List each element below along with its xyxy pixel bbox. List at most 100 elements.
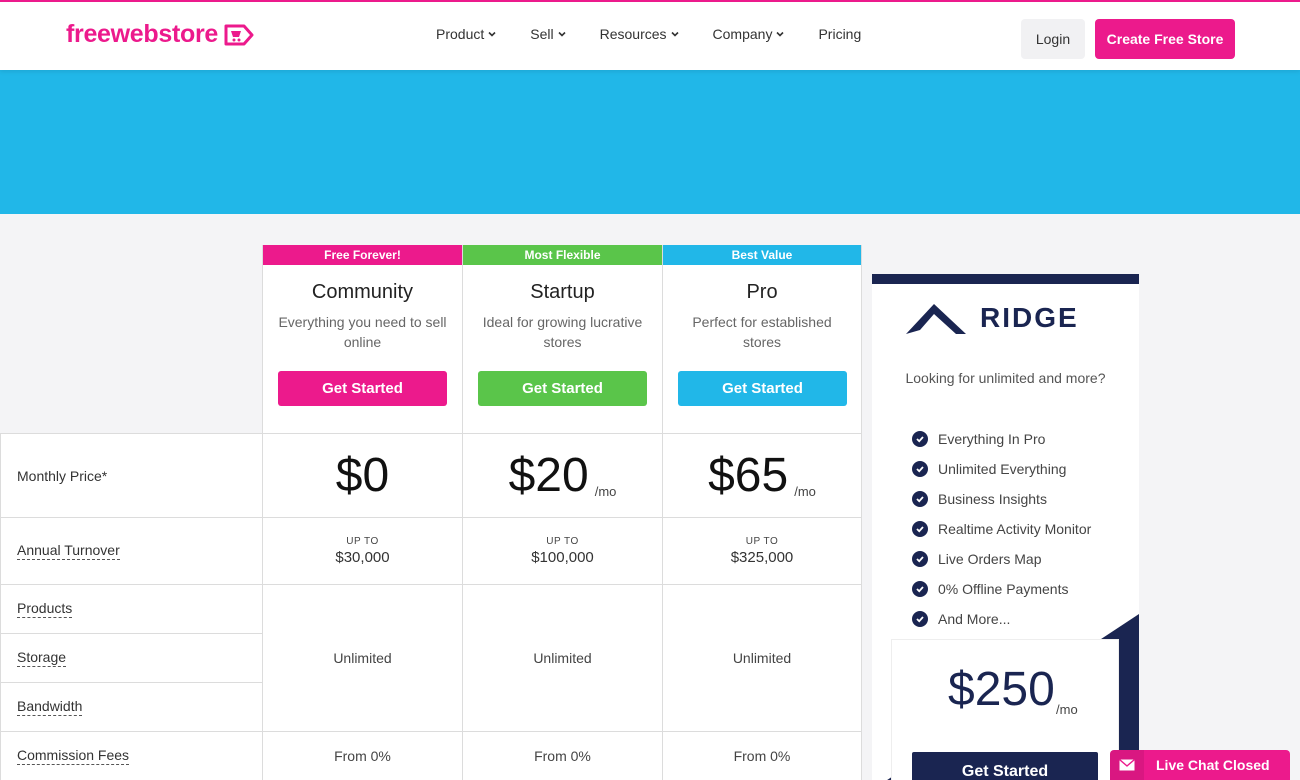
feature-text: Everything In Pro	[938, 431, 1046, 447]
nav-product[interactable]: Product	[436, 26, 496, 42]
products-label: Products	[17, 600, 73, 618]
plan-pro-header: Best Value Pro Perfect for established s…	[662, 245, 862, 433]
chevron-down-icon	[670, 31, 679, 37]
list-item: 0% Offline Payments	[912, 574, 1091, 604]
envelope-icon	[1110, 750, 1144, 780]
plan-name: Community	[311, 281, 414, 303]
plan-startup-header: Most Flexible Startup Ideal for growing …	[462, 245, 662, 433]
upto-label: UP TO	[546, 536, 579, 547]
community-turnover-cell: UP TO $30,000	[262, 517, 462, 584]
community-unlimited-cell: Unlimited	[262, 584, 462, 731]
startup-commission-cell: From 0%	[462, 731, 662, 780]
annual-turnover-label: Annual Turnover	[17, 542, 120, 560]
ridge-price-period: /mo	[1056, 702, 1078, 717]
feature-text: 0% Offline Payments	[938, 581, 1069, 597]
row-label-commission-fees[interactable]: Commission Fees	[0, 731, 262, 780]
checkmark-icon	[912, 491, 928, 507]
upto-label: UP TO	[346, 536, 379, 547]
chevron-down-icon	[776, 31, 785, 37]
price-value: $65	[708, 449, 789, 502]
plan-description: Everything you need to sell online	[278, 314, 447, 350]
community-price-cell: $0	[262, 433, 462, 517]
list-item: Everything In Pro	[912, 424, 1091, 454]
commission-fees-label: Commission Fees	[17, 747, 130, 765]
chevron-down-icon	[488, 31, 496, 37]
plan-tag: Best Value	[663, 245, 861, 265]
commission-value: From 0%	[733, 748, 791, 764]
pro-get-started-button[interactable]: Get Started	[678, 371, 847, 406]
row-label-products[interactable]: Products	[0, 584, 262, 633]
top-navigation-bar: freewebstore Product Sell Resources Comp…	[0, 0, 1300, 70]
ridge-feature-list: Everything In Pro Unlimited Everything B…	[912, 424, 1091, 634]
ridge-subtitle: Looking for unlimited and more?	[905, 370, 1106, 386]
plan-description: Perfect for established stores	[692, 314, 832, 350]
nav-resources[interactable]: Resources	[600, 26, 679, 42]
checkmark-icon	[912, 581, 928, 597]
feature-text: Business Insights	[938, 491, 1047, 507]
feature-text: Unlimited Everything	[938, 461, 1067, 477]
checkmark-icon	[912, 461, 928, 477]
ridge-plan-card: RIDGE Looking for unlimited and more? Ev…	[872, 274, 1139, 780]
checkmark-icon	[912, 521, 928, 537]
unlimited-value: Unlimited	[533, 650, 592, 666]
row-label-bandwidth[interactable]: Bandwidth	[0, 682, 262, 731]
plan-name: Startup	[530, 281, 595, 303]
list-item: Realtime Activity Monitor	[912, 514, 1091, 544]
plan-community-header: Free Forever! Community Everything you n…	[262, 245, 462, 433]
plan-tag: Most Flexible	[463, 245, 662, 265]
feature-text: Live Orders Map	[938, 551, 1042, 567]
monthly-price-label: Monthly Price*	[17, 467, 108, 484]
live-chat-label: Live Chat Closed	[1156, 757, 1270, 773]
shopping-tag-icon	[224, 24, 254, 45]
nav-company-label: Company	[712, 26, 773, 42]
ridge-price-value: $250	[948, 663, 1055, 716]
checkmark-icon	[912, 551, 928, 567]
price-value: $20	[508, 449, 589, 502]
price-period: /mo	[594, 484, 617, 499]
list-item: Unlimited Everything	[912, 454, 1091, 484]
checkmark-icon	[912, 431, 928, 447]
pro-commission-cell: From 0%	[662, 731, 862, 780]
nav-sell[interactable]: Sell	[530, 26, 566, 42]
community-commission-cell: From 0%	[262, 731, 462, 780]
create-free-store-button[interactable]: Create Free Store	[1095, 19, 1235, 59]
nav-pricing-label: Pricing	[818, 26, 862, 42]
freewebstore-logo[interactable]: freewebstore	[66, 20, 254, 49]
login-button[interactable]: Login	[1021, 19, 1085, 59]
pro-price-cell: $65 /mo	[662, 433, 862, 517]
startup-turnover-cell: UP TO $100,000	[462, 517, 662, 584]
list-item: Business Insights	[912, 484, 1091, 514]
ridge-price-box: $250 /mo Get Started	[892, 640, 1118, 780]
plan-name: Pro	[746, 281, 778, 303]
bandwidth-label: Bandwidth	[17, 698, 83, 716]
logo-text: freewebstore	[66, 20, 219, 48]
plan-tag: Free Forever!	[263, 245, 462, 265]
commission-value: From 0%	[334, 748, 391, 764]
nav-sell-label: Sell	[530, 26, 554, 42]
nav-company[interactable]: Company	[713, 26, 785, 42]
startup-unlimited-cell: Unlimited	[462, 584, 662, 731]
unlimited-value: Unlimited	[732, 650, 792, 666]
turnover-value: $325,000	[730, 549, 794, 566]
nav-product-label: Product	[436, 26, 485, 42]
nav-pricing[interactable]: Pricing	[818, 26, 861, 42]
unlimited-value: Unlimited	[333, 650, 392, 666]
row-label-annual-turnover[interactable]: Annual Turnover	[0, 517, 262, 584]
community-get-started-button[interactable]: Get Started	[278, 371, 447, 406]
feature-text: Realtime Activity Monitor	[938, 521, 1092, 537]
pro-turnover-cell: UP TO $325,000	[662, 517, 862, 584]
row-label-monthly-price: Monthly Price*	[0, 433, 262, 517]
price-period: /mo	[794, 484, 816, 499]
startup-get-started-button[interactable]: Get Started	[478, 371, 647, 406]
turnover-value: $30,000	[335, 549, 390, 566]
startup-price-cell: $20 /mo	[462, 433, 662, 517]
row-label-storage[interactable]: Storage	[0, 633, 262, 682]
ridge-get-started-button[interactable]: Get Started	[912, 752, 1098, 780]
pro-unlimited-cell: Unlimited	[662, 584, 862, 731]
nav-resources-label: Resources	[599, 26, 667, 42]
turnover-value: $100,000	[531, 549, 594, 566]
chevron-down-icon	[558, 31, 566, 37]
ridge-logo: RIDGE	[906, 302, 1079, 334]
price-value: $0	[335, 449, 390, 502]
live-chat-widget[interactable]: Live Chat Closed	[1110, 750, 1290, 780]
